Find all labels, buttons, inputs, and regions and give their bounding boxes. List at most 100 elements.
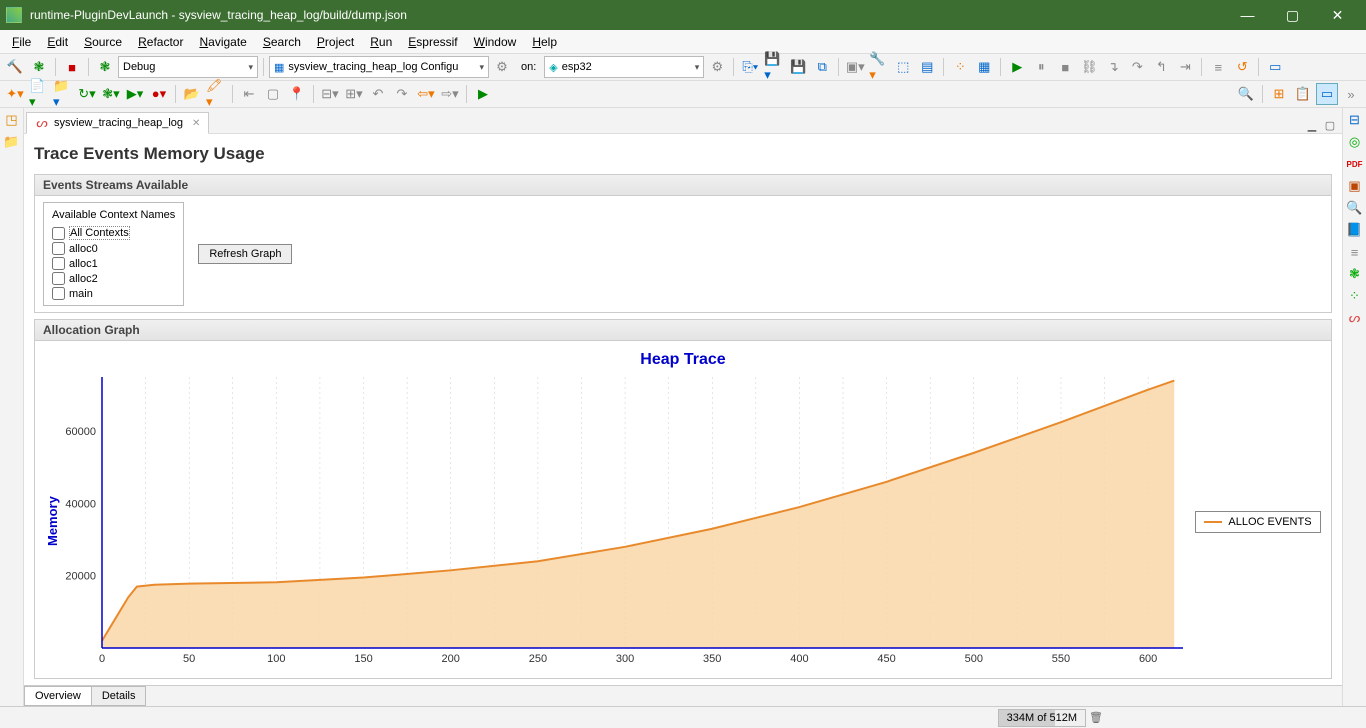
menu-espressif[interactable]: Espressif bbox=[400, 32, 465, 52]
persp-more-icon[interactable]: » bbox=[1340, 83, 1362, 105]
stop2-icon[interactable]: ■ bbox=[1054, 56, 1076, 78]
context-checkbox-alloc0[interactable]: alloc0 bbox=[50, 241, 177, 256]
r-icon-pdf[interactable]: PDF bbox=[1347, 156, 1363, 172]
right-trim: ⊟ ◎ PDF ▣ 🔍 📘 ≡ ❃ ⁘ ᔕ bbox=[1342, 108, 1366, 706]
r-icon-bug[interactable]: ❃ bbox=[1347, 266, 1363, 282]
tab-details[interactable]: Details bbox=[91, 686, 147, 706]
menu-help[interactable]: Help bbox=[524, 32, 565, 52]
gear-icon[interactable]: ⚙ bbox=[491, 56, 513, 78]
svg-text:550: 550 bbox=[1052, 653, 1070, 665]
nodes-icon[interactable]: ⁘ bbox=[949, 56, 971, 78]
menu-refactor[interactable]: Refactor bbox=[130, 32, 191, 52]
stop-icon[interactable]: ■ bbox=[61, 56, 83, 78]
search-icon[interactable]: 🔍 bbox=[1235, 83, 1257, 105]
r-icon-target[interactable]: ◎ bbox=[1347, 134, 1363, 150]
step-over-icon[interactable]: ↷ bbox=[1126, 56, 1148, 78]
r-icon-box[interactable]: ▣ bbox=[1347, 178, 1363, 194]
r-icon-outline[interactable]: ⊟ bbox=[1347, 112, 1363, 128]
retarget-icon[interactable]: ↺ bbox=[1231, 56, 1253, 78]
menu-file[interactable]: File bbox=[4, 32, 39, 52]
box-icon[interactable]: ▢ bbox=[262, 83, 284, 105]
gc-button[interactable]: 🗑 bbox=[1086, 711, 1106, 724]
pause-icon[interactable]: ⏸ bbox=[1030, 56, 1052, 78]
align-icon[interactable]: ⇤ bbox=[238, 83, 260, 105]
context-checkbox-main[interactable]: main bbox=[50, 286, 177, 301]
disconnect-icon[interactable]: ⛓ bbox=[1078, 56, 1100, 78]
expand-icon[interactable]: ⊞▾ bbox=[343, 83, 365, 105]
pin-icon[interactable]: 📍 bbox=[286, 83, 308, 105]
tab-maximize-icon[interactable]: ▢ bbox=[1322, 117, 1338, 133]
step-x-icon[interactable]: ⇥ bbox=[1174, 56, 1196, 78]
bug2-icon[interactable]: ❃▾ bbox=[100, 83, 122, 105]
instr-step-icon[interactable]: ≡ bbox=[1207, 56, 1229, 78]
close-button[interactable]: ✕ bbox=[1315, 0, 1360, 30]
run-icon[interactable]: ▶▾ bbox=[124, 83, 146, 105]
perspective-dropdown[interactable]: Debug bbox=[118, 56, 258, 78]
gear2-icon[interactable]: ⚙ bbox=[706, 56, 728, 78]
persp-b-icon[interactable]: 📋 bbox=[1292, 83, 1314, 105]
grid-icon[interactable]: ▦ bbox=[973, 56, 995, 78]
menu-project[interactable]: Project bbox=[309, 32, 362, 52]
new-folder-icon[interactable]: 📁▾ bbox=[52, 83, 74, 105]
wrench-icon[interactable]: 🔧▾ bbox=[868, 56, 890, 78]
r-icon-dots[interactable]: ⁘ bbox=[1347, 288, 1363, 304]
r-icon-list[interactable]: ≡ bbox=[1347, 244, 1363, 260]
tab-minimize-icon[interactable]: ▁ bbox=[1304, 117, 1320, 133]
tool-a-icon[interactable]: ▣▾ bbox=[844, 56, 866, 78]
r-icon-book[interactable]: 📘 bbox=[1347, 222, 1363, 238]
highlight-icon[interactable]: 🖍▾ bbox=[205, 83, 227, 105]
open-icon[interactable]: 📂 bbox=[181, 83, 203, 105]
saveall-icon[interactable]: ⧉ bbox=[811, 56, 833, 78]
launch-config-dropdown[interactable]: ▦sysview_tracing_heap_log Configu bbox=[269, 56, 489, 78]
bug-small-icon[interactable]: ❃ bbox=[94, 56, 116, 78]
svg-text:350: 350 bbox=[703, 653, 721, 665]
target-dropdown[interactable]: ◈esp32 bbox=[544, 56, 704, 78]
refresh-icon[interactable]: ↻▾ bbox=[76, 83, 98, 105]
r-icon-search[interactable]: 🔍 bbox=[1347, 200, 1363, 216]
menu-source[interactable]: Source bbox=[76, 32, 130, 52]
redo-icon[interactable]: ↷ bbox=[391, 83, 413, 105]
context-checkbox-all-contexts[interactable]: All Contexts bbox=[50, 225, 177, 241]
tab-overview[interactable]: Overview bbox=[24, 686, 92, 706]
svg-text:50: 50 bbox=[183, 653, 195, 665]
step-return-icon[interactable]: ↰ bbox=[1150, 56, 1172, 78]
resume-icon[interactable]: ▶ bbox=[1006, 56, 1028, 78]
collapse-icon[interactable]: ⊟▾ bbox=[319, 83, 341, 105]
bug-icon[interactable]: ❃ bbox=[28, 56, 50, 78]
svg-text:150: 150 bbox=[354, 653, 372, 665]
save-icon[interactable]: 💾▾ bbox=[763, 56, 785, 78]
memory-icon[interactable]: ▤ bbox=[916, 56, 938, 78]
left-icon-1[interactable]: ◳ bbox=[4, 112, 20, 128]
chart-y-label: Memory bbox=[43, 371, 62, 672]
r-icon-esp[interactable]: ᔕ bbox=[1347, 310, 1363, 326]
persp-icon[interactable]: ▭ bbox=[1264, 56, 1286, 78]
step-into-icon[interactable]: ↴ bbox=[1102, 56, 1124, 78]
menu-run[interactable]: Run bbox=[362, 32, 400, 52]
persp-open-icon[interactable]: ⊞ bbox=[1268, 83, 1290, 105]
coverage-icon[interactable]: ●▾ bbox=[148, 83, 170, 105]
refresh-graph-button[interactable]: Refresh Graph bbox=[198, 244, 292, 264]
menu-edit[interactable]: Edit bbox=[39, 32, 76, 52]
terminal-icon[interactable]: ▶ bbox=[472, 83, 494, 105]
maximize-button[interactable]: ▢ bbox=[1270, 0, 1315, 30]
tab-close-icon[interactable]: ✕ bbox=[192, 118, 200, 129]
menu-navigate[interactable]: Navigate bbox=[191, 32, 254, 52]
editor-tab-active[interactable]: ᔕ sysview_tracing_heap_log ✕ bbox=[26, 112, 209, 134]
new-file-icon[interactable]: 📄▾ bbox=[28, 83, 50, 105]
context-checkbox-alloc2[interactable]: alloc2 bbox=[50, 271, 177, 286]
binary-icon[interactable]: ⬚ bbox=[892, 56, 914, 78]
heap-status[interactable]: 334M of 512M bbox=[998, 709, 1086, 727]
left-icon-2[interactable]: 📁 bbox=[4, 134, 20, 150]
undo-icon[interactable]: ↶ bbox=[367, 83, 389, 105]
minimize-button[interactable]: — bbox=[1225, 0, 1270, 30]
new-proj-icon[interactable]: ✦▾ bbox=[4, 83, 26, 105]
context-checkbox-alloc1[interactable]: alloc1 bbox=[50, 256, 177, 271]
fwd-icon[interactable]: ⇨▾ bbox=[439, 83, 461, 105]
new-icon[interactable]: ⎘▾ bbox=[739, 56, 761, 78]
persp-c-icon[interactable]: ▭ bbox=[1316, 83, 1338, 105]
save-all-icon[interactable]: 💾 bbox=[787, 56, 809, 78]
menu-search[interactable]: Search bbox=[255, 32, 309, 52]
hammer-icon[interactable]: 🔨 bbox=[4, 56, 26, 78]
back-icon[interactable]: ⇦▾ bbox=[415, 83, 437, 105]
menu-window[interactable]: Window bbox=[466, 32, 525, 52]
